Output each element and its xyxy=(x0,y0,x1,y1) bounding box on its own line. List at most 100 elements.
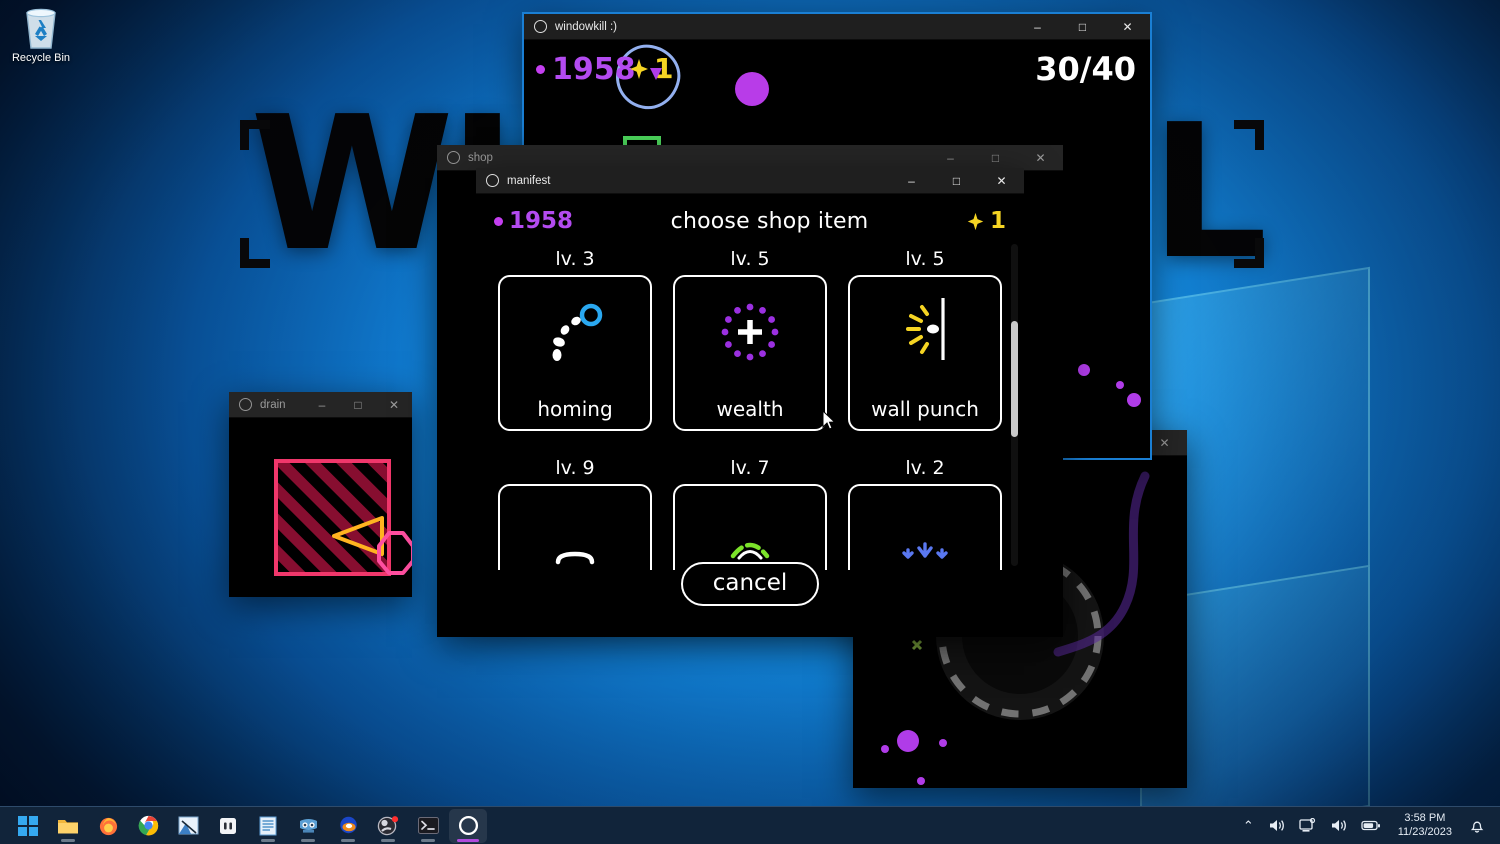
manifest-maximize-button[interactable]: □ xyxy=(934,168,979,193)
shop-item-grid: lv. 3 homing lv. 5 wealth lv. 5 wall pun… xyxy=(498,248,1002,570)
taskbar-file-explorer[interactable] xyxy=(49,809,87,843)
manifest-minimize-button[interactable]: – xyxy=(889,168,934,193)
tray-overflow-button[interactable]: ⌃ xyxy=(1236,807,1261,844)
taskbar-start-button[interactable] xyxy=(9,809,47,843)
system-tray: ⌃ 3:58 PM 11/23/2023 xyxy=(1236,807,1500,844)
windowkill-close-button[interactable]: ✕ xyxy=(1105,14,1150,39)
window-drain[interactable]: drain – □ ✕ xyxy=(229,392,412,597)
drain-titlebar[interactable]: drain – □ ✕ xyxy=(229,392,412,418)
folder-icon xyxy=(58,819,78,833)
window-manifest[interactable]: manifest – □ ✕ 1958 choose shop item 1 l… xyxy=(476,168,1024,614)
bracket-corner-icon xyxy=(240,238,270,268)
manifest-titlebar[interactable]: manifest – □ ✕ xyxy=(476,168,1024,194)
volume-icon xyxy=(1269,820,1284,831)
shop-item-card[interactable]: wealth xyxy=(673,275,827,431)
drain-title: drain xyxy=(260,398,286,411)
battery-icon xyxy=(1361,820,1380,831)
desktop-icon-recycle-bin[interactable]: Recycle Bin xyxy=(4,6,78,80)
taskbar-app-list xyxy=(0,808,488,843)
shop-item-homing[interactable]: lv. 3 homing xyxy=(498,248,652,431)
taskbar-godot-engine[interactable] xyxy=(289,809,327,843)
bracket-corner-icon xyxy=(1234,120,1264,150)
taskbar-running-indicator xyxy=(261,838,275,842)
blender-icon xyxy=(339,816,357,834)
recycle-bin-label: Recycle Bin xyxy=(11,52,71,64)
shop-item-name: wealth xyxy=(716,397,784,421)
windowkill-title: windowkill :) xyxy=(555,20,617,33)
windowkill-maximize-button[interactable]: □ xyxy=(1060,14,1105,39)
tray-volume-icon-2[interactable] xyxy=(1323,807,1354,844)
tray-network-icon[interactable] xyxy=(1292,807,1323,844)
taskbar-terminal[interactable] xyxy=(409,809,447,843)
taskbar-calculator[interactable] xyxy=(209,809,247,843)
drain-canvas[interactable] xyxy=(229,418,412,597)
shop-gem-counter: 1 xyxy=(966,208,1006,234)
shop-item-level: lv. 5 xyxy=(730,248,770,270)
taskbar-windowkill[interactable] xyxy=(449,808,487,843)
shop-title: shop xyxy=(468,151,493,164)
windowkill-titlebar[interactable]: windowkill :) – □ ✕ xyxy=(524,14,1150,40)
windowkill-minimize-button[interactable]: – xyxy=(1015,14,1060,39)
shop-scrollbar-thumb[interactable] xyxy=(1011,321,1018,438)
firefox-icon xyxy=(99,817,117,836)
sparkle-icon xyxy=(967,212,984,230)
godot-icon xyxy=(299,818,317,833)
drain-maximize-button[interactable]: □ xyxy=(340,392,376,417)
tray-volume-icon[interactable] xyxy=(1261,807,1292,844)
shop-item-level: lv. 3 xyxy=(555,248,595,270)
taskbar-snipping-tool[interactable] xyxy=(169,809,207,843)
taskbar-notepad[interactable] xyxy=(249,809,287,843)
shop-item-card[interactable] xyxy=(673,484,827,570)
shop-item-scroll-area[interactable]: lv. 3 homing lv. 5 wealth lv. 5 wall pun… xyxy=(476,240,1024,570)
shop-close-button[interactable]: ✕ xyxy=(1018,145,1063,170)
drain-close-button[interactable]: ✕ xyxy=(376,392,412,417)
taskbar-obs-studio[interactable] xyxy=(369,809,407,843)
cancel-button[interactable]: cancel xyxy=(681,562,819,606)
tray-battery-icon[interactable] xyxy=(1354,807,1388,844)
tray-time: 3:58 PM xyxy=(1404,811,1446,824)
shop-item-5[interactable]: lv. 7 xyxy=(673,457,827,570)
taskbar-blender[interactable] xyxy=(329,809,367,843)
shop-item-4[interactable]: lv. 9 xyxy=(498,457,652,570)
shield-icon xyxy=(500,486,650,570)
chrome-icon xyxy=(138,815,158,836)
taskbar-running-indicator xyxy=(301,838,315,842)
desktop[interactable]: WI L Recycle Bin drain – □ ✕ ✕ windowkil… xyxy=(0,0,1500,844)
shop-item-name: homing xyxy=(537,397,613,421)
shop-maximize-button[interactable]: □ xyxy=(973,145,1018,170)
shop-item-wealth[interactable]: lv. 5 wealth xyxy=(673,248,827,431)
tray-notifications-button[interactable] xyxy=(1462,807,1492,844)
shop-gem-value: 1 xyxy=(989,208,1006,234)
circle-icon xyxy=(534,20,547,33)
cancel-button-wrap: cancel xyxy=(476,562,1024,606)
manifest-close-button[interactable]: ✕ xyxy=(979,168,1024,193)
manifest-content[interactable]: 1958 choose shop item 1 lv. 3 homing lv.… xyxy=(476,194,1024,614)
taskbar-active-indicator xyxy=(457,838,479,842)
tray-clock[interactable]: 3:58 PM 11/23/2023 xyxy=(1388,812,1462,840)
taskbar-google-chrome[interactable] xyxy=(129,809,167,843)
shop-item-level: lv. 9 xyxy=(555,457,595,479)
network-icon xyxy=(1299,818,1315,832)
dome-icon xyxy=(675,486,825,570)
shop-item-card[interactable] xyxy=(498,484,652,570)
wall-punch-icon xyxy=(850,277,1000,387)
shop-minimize-button[interactable]: – xyxy=(928,145,973,170)
taskbar-running-indicator xyxy=(381,838,395,842)
taskbar-firefox[interactable] xyxy=(89,809,127,843)
shop-heading: choose shop item xyxy=(670,208,869,234)
shop-item-card[interactable] xyxy=(848,484,1002,570)
taskbar[interactable]: ⌃ 3:58 PM 11/23/2023 xyxy=(0,806,1500,844)
snip-icon xyxy=(178,816,198,835)
shop-item-level: lv. 5 xyxy=(905,248,945,270)
shop-scrollbar-track[interactable] xyxy=(1011,244,1018,566)
shop-item-card[interactable]: wall punch xyxy=(848,275,1002,431)
shop-item-name: wall punch xyxy=(871,397,979,421)
bracket-corner-icon xyxy=(240,120,270,150)
volume-icon xyxy=(1331,820,1346,831)
shop-item-wall-punch[interactable]: lv. 5 wall punch xyxy=(848,248,1002,431)
shop-item-6[interactable]: lv. 2 xyxy=(848,457,1002,570)
drain-minimize-button[interactable]: – xyxy=(304,392,340,417)
circle-icon xyxy=(447,151,460,164)
manifest-title: manifest xyxy=(507,174,551,187)
shop-item-card[interactable]: homing xyxy=(498,275,652,431)
